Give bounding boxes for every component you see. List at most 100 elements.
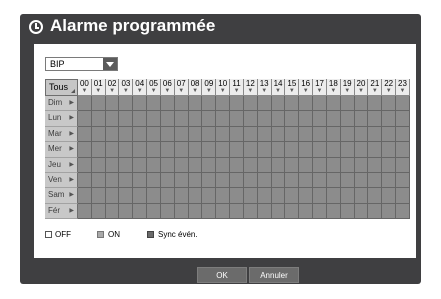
schedule-cell[interactable] (285, 126, 300, 143)
schedule-cell[interactable] (78, 188, 92, 204)
schedule-cell[interactable] (133, 188, 148, 204)
schedule-cell[interactable] (188, 203, 203, 219)
schedule-cell[interactable] (340, 96, 355, 112)
schedule-cell[interactable] (147, 203, 161, 219)
schedule-cell[interactable] (119, 172, 134, 189)
schedule-cell[interactable] (188, 172, 203, 189)
schedule-cell[interactable] (354, 111, 369, 127)
schedule-cell[interactable] (243, 172, 258, 189)
hour-header[interactable]: 03 ▼ (119, 79, 134, 96)
schedule-cell[interactable] (299, 188, 314, 204)
schedule-cell[interactable] (243, 188, 258, 204)
hour-header[interactable]: 01 ▼ (91, 79, 106, 96)
day-header[interactable]: Jeu ▶ (45, 157, 78, 173)
schedule-cell[interactable] (396, 126, 410, 143)
schedule-cell[interactable] (271, 188, 286, 204)
schedule-cell[interactable] (119, 96, 134, 112)
schedule-cell[interactable] (368, 172, 383, 189)
schedule-cell[interactable] (382, 172, 397, 189)
day-header[interactable]: Sam ▶ (45, 188, 78, 204)
schedule-cell[interactable] (326, 188, 341, 204)
schedule-cell[interactable] (396, 111, 410, 127)
schedule-cell[interactable] (285, 111, 300, 127)
schedule-cell[interactable] (91, 142, 106, 158)
schedule-cell[interactable] (216, 96, 231, 112)
schedule-cell[interactable] (147, 188, 161, 204)
hour-header[interactable]: 17 ▼ (313, 79, 327, 96)
schedule-cell[interactable] (326, 126, 341, 143)
day-header[interactable]: Mar ▶ (45, 126, 78, 143)
schedule-cell[interactable] (299, 111, 314, 127)
schedule-cell[interactable] (243, 157, 258, 173)
schedule-cell[interactable] (368, 203, 383, 219)
schedule-cell[interactable] (78, 126, 92, 143)
schedule-cell[interactable] (78, 142, 92, 158)
schedule-cell[interactable] (188, 188, 203, 204)
schedule-cell[interactable] (160, 203, 175, 219)
schedule-cell[interactable] (202, 142, 217, 158)
schedule-cell[interactable] (299, 142, 314, 158)
schedule-cell[interactable] (368, 188, 383, 204)
schedule-cell[interactable] (382, 111, 397, 127)
schedule-cell[interactable] (243, 203, 258, 219)
schedule-cell[interactable] (78, 111, 92, 127)
schedule-cell[interactable] (174, 126, 189, 143)
select-all-button[interactable]: Tous (45, 79, 78, 96)
schedule-cell[interactable] (257, 172, 272, 189)
hour-header[interactable]: 19 ▼ (340, 79, 355, 96)
schedule-cell[interactable] (299, 126, 314, 143)
schedule-cell[interactable] (257, 188, 272, 204)
schedule-cell[interactable] (396, 96, 410, 112)
schedule-cell[interactable] (396, 188, 410, 204)
schedule-cell[interactable] (271, 126, 286, 143)
hour-header[interactable]: 20 ▼ (354, 79, 369, 96)
schedule-cell[interactable] (188, 142, 203, 158)
schedule-cell[interactable] (202, 126, 217, 143)
schedule-cell[interactable] (382, 203, 397, 219)
schedule-cell[interactable] (133, 111, 148, 127)
schedule-cell[interactable] (257, 111, 272, 127)
schedule-cell[interactable] (313, 96, 327, 112)
schedule-cell[interactable] (313, 188, 327, 204)
schedule-cell[interactable] (285, 172, 300, 189)
hour-header[interactable]: 07 ▼ (174, 79, 189, 96)
schedule-cell[interactable] (174, 96, 189, 112)
schedule-cell[interactable] (216, 172, 231, 189)
day-header[interactable]: Ven ▶ (45, 172, 78, 189)
schedule-cell[interactable] (396, 157, 410, 173)
schedule-cell[interactable] (340, 142, 355, 158)
schedule-cell[interactable] (271, 111, 286, 127)
ok-button[interactable]: OK (197, 267, 247, 283)
schedule-cell[interactable] (147, 96, 161, 112)
schedule-cell[interactable] (271, 96, 286, 112)
schedule-cell[interactable] (382, 188, 397, 204)
schedule-cell[interactable] (396, 172, 410, 189)
schedule-cell[interactable] (91, 157, 106, 173)
schedule-cell[interactable] (119, 157, 134, 173)
schedule-cell[interactable] (243, 111, 258, 127)
schedule-cell[interactable] (133, 203, 148, 219)
schedule-cell[interactable] (160, 172, 175, 189)
hour-header[interactable]: 12 ▼ (243, 79, 258, 96)
day-header[interactable]: Dim ▶ (45, 96, 78, 112)
hour-header[interactable]: 11 ▼ (230, 79, 244, 96)
schedule-cell[interactable] (285, 96, 300, 112)
schedule-cell[interactable] (340, 203, 355, 219)
schedule-cell[interactable] (202, 111, 217, 127)
schedule-cell[interactable] (188, 126, 203, 143)
schedule-cell[interactable] (174, 188, 189, 204)
schedule-cell[interactable] (230, 111, 244, 127)
schedule-cell[interactable] (160, 188, 175, 204)
schedule-cell[interactable] (160, 142, 175, 158)
schedule-cell[interactable] (216, 188, 231, 204)
schedule-cell[interactable] (285, 157, 300, 173)
schedule-cell[interactable] (313, 172, 327, 189)
schedule-cell[interactable] (257, 142, 272, 158)
schedule-cell[interactable] (299, 96, 314, 112)
hour-header[interactable]: 21 ▼ (368, 79, 383, 96)
schedule-cell[interactable] (230, 188, 244, 204)
schedule-cell[interactable] (313, 157, 327, 173)
schedule-cell[interactable] (230, 126, 244, 143)
schedule-cell[interactable] (202, 172, 217, 189)
hour-header[interactable]: 10 ▼ (216, 79, 231, 96)
